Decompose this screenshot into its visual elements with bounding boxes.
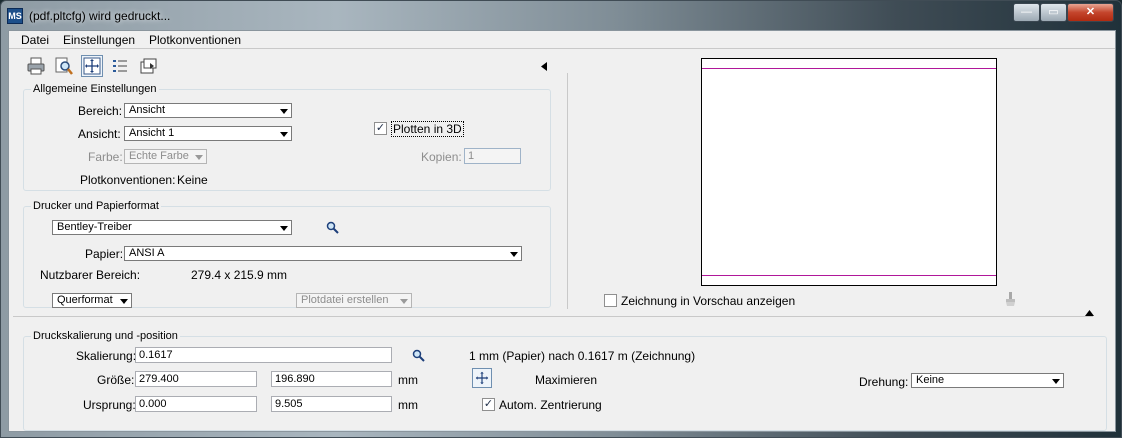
zeichnung-vorschau-label: Zeichnung in Vorschau anzeigen	[621, 294, 796, 308]
section-separator	[13, 316, 1093, 317]
scale-group-title: Druckskalierung und -position	[31, 330, 180, 342]
chevron-down-icon	[510, 252, 518, 257]
print-preview	[701, 58, 997, 286]
collapse-up-icon[interactable]	[1085, 310, 1094, 316]
groesse-height-input[interactable]: 196.890	[271, 371, 392, 387]
zentrierung-label: Autom. Zentrierung	[499, 398, 602, 412]
preview-magnifier-icon	[55, 57, 73, 75]
skalierung-label: Skalierung:	[76, 349, 137, 363]
plotkonventionen-label: Plotkonventionen:	[80, 173, 176, 187]
papier-value: ANSI A	[129, 247, 165, 259]
farbe-dropdown[interactable]: Echte Farbe	[124, 149, 207, 164]
chevron-down-icon	[280, 226, 288, 231]
general-settings-title: Allgemeine Einstellungen	[31, 83, 159, 95]
driver-value: Bentley-Treiber	[57, 221, 132, 233]
title-bar[interactable]: MS (pdf.pltcfg) wird gedruckt... — ▭ ✕	[1, 1, 1121, 30]
chevron-down-icon	[280, 132, 288, 137]
maximize-scale-button[interactable]	[472, 368, 492, 388]
skalierung-input[interactable]: 0.1617	[135, 347, 392, 363]
scale-ratio-text: 1 mm (Papier) nach 0.1617 m (Zeichnung)	[469, 349, 696, 363]
groesse-label: Größe:	[97, 373, 135, 387]
plotkonventionen-value: Keine	[177, 173, 208, 187]
kopien-label: Kopien:	[421, 150, 462, 164]
printer-icon	[27, 57, 45, 75]
chevron-down-icon	[195, 155, 203, 160]
driver-dropdown[interactable]: Bentley-Treiber	[52, 220, 292, 235]
preview-button[interactable]	[53, 55, 75, 77]
app-icon: MS	[7, 8, 23, 24]
orientation-value: Querformat	[57, 294, 113, 306]
preview-bottom-margin	[702, 275, 996, 276]
ansicht-label: Ansicht:	[78, 127, 121, 141]
papier-label: Papier:	[85, 247, 124, 261]
menu-bar: Datei Einstellungen Plotkonventionen	[9, 31, 1115, 49]
drehung-label: Drehung:	[859, 375, 909, 389]
plotdatei-dropdown[interactable]: Plotdatei erstellen	[296, 293, 412, 308]
chevron-down-icon	[1052, 379, 1060, 384]
drehung-dropdown[interactable]: Keine	[911, 373, 1064, 388]
orientation-dropdown[interactable]: Querformat	[52, 293, 132, 308]
maximieren-label: Maximieren	[535, 373, 598, 387]
zeichnung-vorschau-checkbox[interactable]	[604, 294, 617, 307]
bereich-label: Bereich:	[78, 104, 123, 118]
zentrierung-checkbox[interactable]: ✓	[482, 398, 495, 411]
plotten-3d-checkbox[interactable]: ✓	[374, 122, 387, 135]
papier-dropdown[interactable]: ANSI A	[124, 246, 522, 261]
fit-view-icon	[475, 371, 489, 385]
printer-group-title: Drucker und Papierformat	[31, 200, 161, 212]
search-icon[interactable]	[326, 221, 339, 234]
fit-view-button[interactable]	[81, 55, 103, 77]
ansicht-dropdown[interactable]: Ansicht 1	[124, 126, 292, 141]
menu-plotkonventionen[interactable]: Plotkonventionen	[149, 33, 241, 47]
list-button[interactable]	[109, 55, 131, 77]
print-button[interactable]	[25, 55, 47, 77]
export-icon	[140, 58, 157, 74]
preview-top-margin	[702, 68, 996, 69]
search-icon[interactable]	[412, 349, 425, 362]
dialog-client-area: Datei Einstellungen Plotkonventionen All…	[8, 30, 1116, 432]
farbe-value: Echte Farbe	[129, 150, 189, 162]
window-title: (pdf.pltcfg) wird gedruckt...	[29, 9, 171, 23]
chevron-down-icon	[120, 299, 128, 304]
panel-separator	[567, 73, 568, 309]
menu-datei[interactable]: Datei	[21, 33, 49, 47]
ursprung-y-input[interactable]: 9.505	[271, 396, 392, 412]
export-button[interactable]	[137, 55, 159, 77]
kopien-input[interactable]: 1	[464, 148, 521, 164]
bereich-dropdown[interactable]: Ansicht	[124, 103, 292, 118]
fit-view-icon	[83, 57, 101, 75]
groesse-width-input[interactable]: 279.400	[135, 371, 257, 387]
drehung-value: Keine	[916, 374, 945, 386]
print-dialog-window: MS (pdf.pltcfg) wird gedruckt... — ▭ ✕ D…	[0, 0, 1122, 438]
ursprung-label: Ursprung:	[83, 398, 136, 412]
ansicht-value: Ansicht 1	[129, 127, 175, 139]
chevron-down-icon	[280, 109, 288, 114]
list-icon	[113, 60, 127, 72]
groesse-unit: mm	[398, 373, 418, 387]
plotdatei-value: Plotdatei erstellen	[301, 294, 389, 306]
plotten-3d-label[interactable]: Plotten in 3D	[391, 121, 464, 137]
nutzbarer-bereich-value: 279.4 x 215.9 mm	[191, 268, 288, 282]
brush-icon[interactable]	[1005, 292, 1017, 306]
close-button[interactable]: ✕	[1067, 3, 1114, 22]
ursprung-x-input[interactable]: 0.000	[135, 396, 257, 412]
chevron-down-icon	[400, 299, 408, 304]
maximize-button[interactable]: ▭	[1040, 3, 1067, 22]
bereich-value: Ansicht	[129, 104, 166, 116]
farbe-label: Farbe:	[88, 150, 123, 164]
collapse-left-icon[interactable]	[541, 62, 547, 71]
ursprung-unit: mm	[398, 398, 418, 412]
nutzbarer-bereich-label: Nutzbarer Bereich:	[40, 268, 141, 282]
menu-einstellungen[interactable]: Einstellungen	[63, 33, 135, 47]
minimize-button[interactable]: —	[1013, 3, 1040, 22]
